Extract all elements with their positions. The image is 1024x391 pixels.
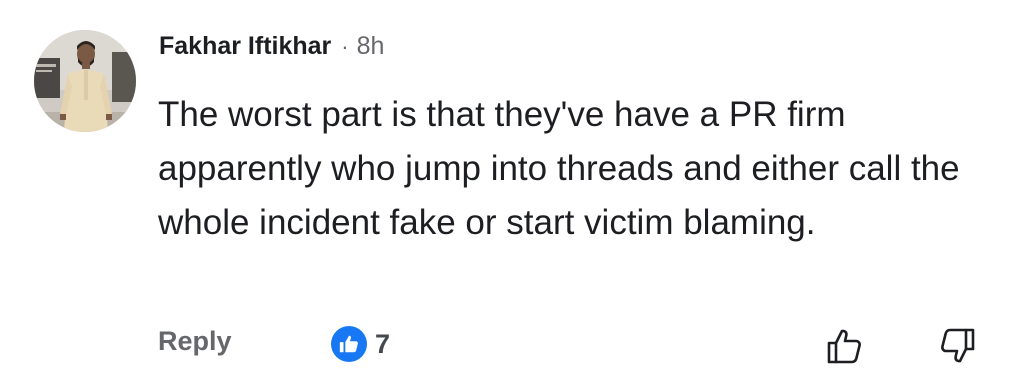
avatar[interactable] [34, 30, 136, 132]
timestamp[interactable]: 8h [357, 32, 385, 61]
thumbs-up-icon[interactable] [822, 324, 866, 368]
thumbs-down-icon[interactable] [936, 324, 980, 368]
author-name[interactable]: Fakhar Iftikhar [159, 32, 331, 61]
reaction-count: 7 [375, 328, 391, 359]
comment: Fakhar Iftikhar · 8h The worst part is t… [0, 0, 1024, 391]
avatar-photo [34, 30, 136, 132]
comment-header: Fakhar Iftikhar · 8h [159, 32, 384, 68]
comment-actions: Reply 7 [0, 318, 1024, 370]
comment-text: The worst part is that they've have a PR… [158, 95, 960, 242]
reaction-summary[interactable]: 7 [331, 326, 390, 362]
separator-dot: · [341, 34, 349, 59]
like-icon [331, 326, 367, 362]
reply-button[interactable]: Reply [158, 326, 232, 357]
